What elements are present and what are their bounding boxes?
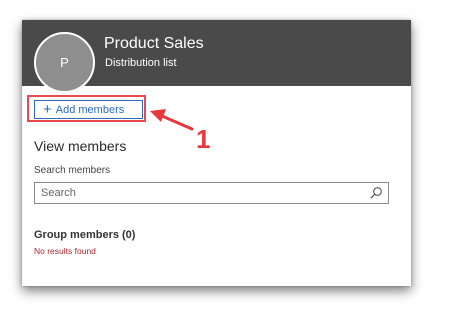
page-subtitle: Distribution list [105,57,177,69]
avatar-initial: P [60,55,69,70]
callout-number: 1 [196,124,211,154]
distribution-list-panel: P Product Sales Distribution list + Add … [22,20,411,286]
group-members-title: Group members (0) [34,229,136,241]
search-icon[interactable] [369,186,383,200]
search-input[interactable] [34,182,389,204]
avatar: P [34,32,95,93]
search-label: Search members [34,165,111,176]
page-title: Product Sales [104,35,204,52]
plus-icon: + [43,101,52,118]
add-members-label: Add members [55,103,125,116]
add-members-button[interactable]: + Add members [34,100,143,119]
section-title: View members [34,138,127,154]
header-bar: P Product Sales Distribution list [22,20,411,93]
no-results-message: No results found [34,246,96,256]
